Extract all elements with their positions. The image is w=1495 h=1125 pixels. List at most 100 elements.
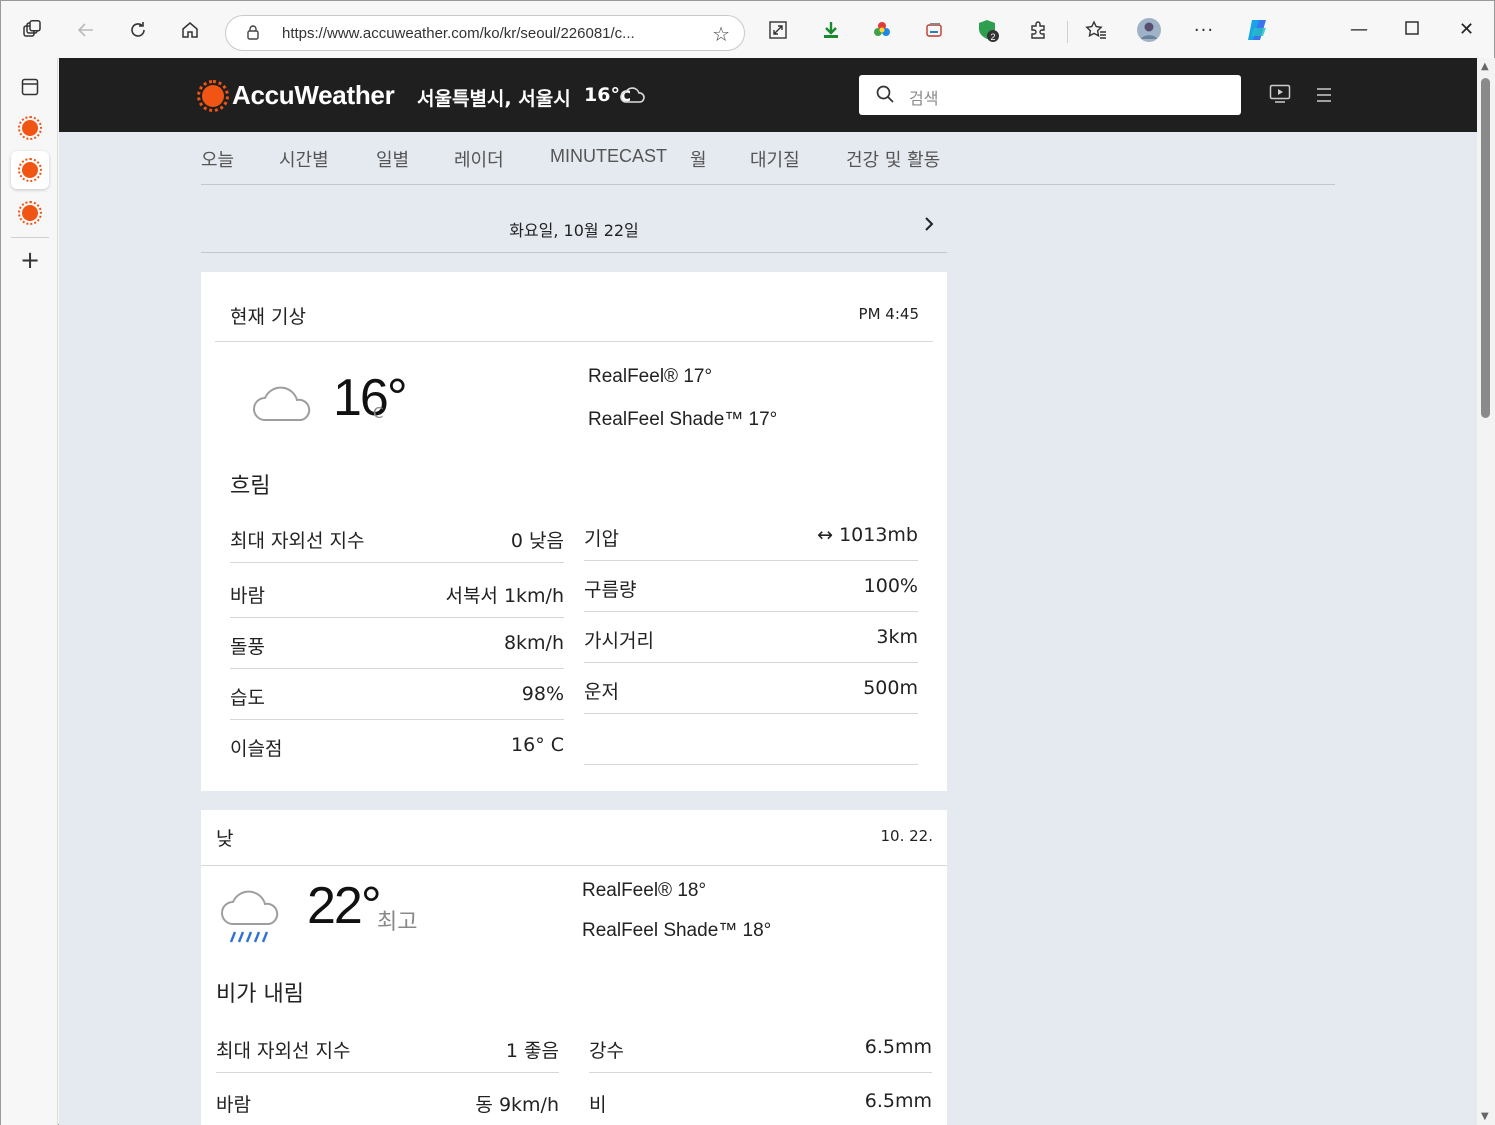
card-title: 낮 — [216, 828, 234, 850]
detail-value: 500m — [863, 677, 918, 699]
vertical-tab-strip: + — [1, 58, 58, 1125]
favorite-star-icon[interactable]: ☆ — [712, 22, 730, 46]
accuweather-favicon-icon — [18, 158, 42, 182]
nav-tab-hourly[interactable]: 시간별 — [279, 146, 329, 172]
collections-icon[interactable] — [919, 15, 949, 45]
weather-phrase: 흐림 — [230, 474, 271, 499]
detail-row-dewpoint: 이슬점 16° C — [230, 720, 564, 771]
search-placeholder[interactable]: 검색 — [909, 85, 938, 109]
accuweather-favicon-icon — [18, 116, 42, 140]
site-header: AccuWeather 서울특별시, 서울시 16°c 검색 — [59, 58, 1477, 132]
accuweather-logo[interactable]: AccuWeather — [197, 79, 395, 112]
detail-row-cloud-cover: 구름량 100% — [584, 561, 918, 612]
detail-label: 바람 — [230, 585, 265, 607]
date-navigator: 화요일, 10월 22일 — [201, 208, 947, 253]
page-viewport: AccuWeather 서울특별시, 서울시 16°c 검색 오늘 시간별 일별… — [59, 58, 1477, 1125]
detail-row-uv: 최대 자외선 지수 0 낮음 — [230, 512, 564, 563]
nav-tab-daily[interactable]: 일별 — [376, 146, 409, 172]
detail-label: 기압 — [584, 528, 619, 550]
row-divider — [589, 1072, 932, 1073]
current-temperature: 16° — [333, 369, 408, 427]
detail-label: 최대 자외선 지수 — [230, 530, 365, 552]
scrollbar-thumb[interactable] — [1481, 78, 1490, 418]
realfeel[interactable]: RealFeel® 17° — [588, 366, 712, 388]
forecast-nav: 오늘 시간별 일별 레이더 MINUTECAST 월 대기질 건강 및 활동 — [201, 142, 1335, 185]
detail-value: 8km/h — [503, 632, 564, 654]
detail-value: 100% — [863, 575, 918, 597]
download-extension-icon[interactable] — [816, 15, 846, 45]
detail-label: 구름량 — [584, 579, 637, 601]
detail-label: 강수 — [589, 1040, 624, 1062]
color-picker-extension-icon[interactable] — [867, 15, 897, 45]
accuweather-favicon-icon — [18, 201, 42, 225]
brand-name: AccuWeather — [232, 80, 395, 110]
observation-time: PM 4:45 — [858, 305, 919, 323]
extensions-puzzle-icon[interactable] — [1023, 15, 1053, 45]
extension-badge-count: 2 — [990, 32, 995, 42]
detail-row-precipitation: 강수 6.5mm — [589, 1022, 932, 1073]
copilot-icon[interactable] — [1243, 15, 1273, 45]
search-box[interactable]: 검색 — [859, 75, 1241, 115]
scroll-up-arrow-icon[interactable]: ▲ — [1481, 61, 1489, 72]
nav-tab-minutecast[interactable]: MINUTECAST — [550, 146, 667, 167]
detail-value: ↔ 1013mb — [817, 524, 918, 546]
tab-accuweather-3[interactable] — [11, 194, 49, 232]
detail-row-uv: 최대 자외선 지수 1 좋음 — [216, 1022, 559, 1073]
forecast-date: 10. 22. — [880, 827, 933, 845]
toolbar-divider — [1067, 21, 1068, 43]
detail-value: 6.5mm — [864, 1090, 932, 1112]
workspaces-icon[interactable] — [17, 15, 47, 45]
detail-row-wind: 바람 동 9km/h — [216, 1076, 559, 1125]
immersive-reader-icon[interactable] — [763, 15, 793, 45]
current-weather-card[interactable]: 현재 기상 PM 4:45 16° C RealFeel® 17° RealFe… — [201, 272, 947, 791]
realfeel-shade[interactable]: RealFeel Shade™ 17° — [588, 409, 777, 431]
close-icon[interactable]: ✕ — [1459, 19, 1474, 40]
page-scrollbar[interactable]: ▲ ▼ — [1477, 58, 1495, 1125]
nav-tab-radar[interactable]: 레이더 — [454, 146, 504, 172]
back-icon[interactable] — [71, 15, 101, 45]
home-icon[interactable] — [175, 15, 205, 45]
detail-value: 3km — [876, 626, 918, 648]
cloud-icon — [619, 86, 647, 108]
maximize-icon[interactable] — [1405, 19, 1419, 40]
detail-label: 바람 — [216, 1094, 251, 1116]
profile-avatar-icon[interactable] — [1134, 15, 1164, 45]
detail-row-humidity: 습도 98% — [230, 669, 564, 720]
shield-extension-icon[interactable]: 2 — [973, 15, 1003, 45]
realfeel-shade[interactable]: RealFeel Shade™ 18° — [582, 920, 771, 942]
nav-tab-monthly[interactable]: 월 — [690, 146, 707, 172]
new-tab-plus-icon[interactable]: + — [11, 241, 49, 279]
address-bar[interactable]: https://www.accuweather.com/ko/kr/seoul/… — [225, 15, 745, 51]
minimize-icon[interactable]: — — [1350, 19, 1368, 40]
tab-accuweather-active[interactable] — [11, 151, 49, 189]
detail-value: 서북서 1km/h — [445, 585, 564, 607]
nav-tab-health-activities[interactable]: 건강 및 활동 — [846, 146, 940, 172]
tab-actions-icon[interactable] — [11, 68, 49, 106]
nav-tab-air-quality[interactable]: 대기질 — [750, 146, 800, 172]
detail-row-gust: 돌풍 8km/h — [230, 618, 564, 669]
hamburger-menu-icon[interactable] — [1315, 87, 1333, 107]
url-text[interactable]: https://www.accuweather.com/ko/kr/seoul/… — [282, 25, 682, 42]
tab-accuweather-1[interactable] — [11, 109, 49, 147]
lock-icon[interactable] — [246, 24, 260, 44]
detail-label: 돌풍 — [230, 636, 265, 658]
card-divider — [201, 865, 947, 866]
favorites-icon[interactable] — [1081, 15, 1111, 45]
current-location[interactable]: 서울특별시, 서울시 — [417, 84, 571, 111]
realfeel[interactable]: RealFeel® 18° — [582, 880, 706, 902]
day-forecast-card[interactable]: 낮 10. 22. 22° 최고 RealFeel® 18° RealFeel … — [201, 810, 947, 1125]
detail-row-visibility: 가시거리 3km — [584, 612, 918, 663]
detail-row-rain: 비 6.5mm — [589, 1076, 932, 1125]
scroll-down-arrow-icon[interactable]: ▼ — [1481, 1111, 1489, 1122]
chevron-right-icon[interactable] — [923, 214, 935, 238]
video-play-icon[interactable] — [1269, 84, 1291, 108]
nav-tab-today[interactable]: 오늘 — [201, 146, 234, 172]
browser-window: https://www.accuweather.com/ko/kr/seoul/… — [0, 0, 1495, 1125]
detail-value: 16° C — [511, 734, 564, 756]
detail-value: 0 낮음 — [510, 530, 564, 552]
refresh-icon[interactable] — [123, 15, 153, 45]
more-menu-icon[interactable]: ··· — [1189, 15, 1219, 45]
detail-row-cloud-ceiling: 운저 500m — [584, 663, 918, 714]
high-label: 최고 — [377, 910, 418, 935]
detail-label: 비 — [589, 1094, 607, 1116]
